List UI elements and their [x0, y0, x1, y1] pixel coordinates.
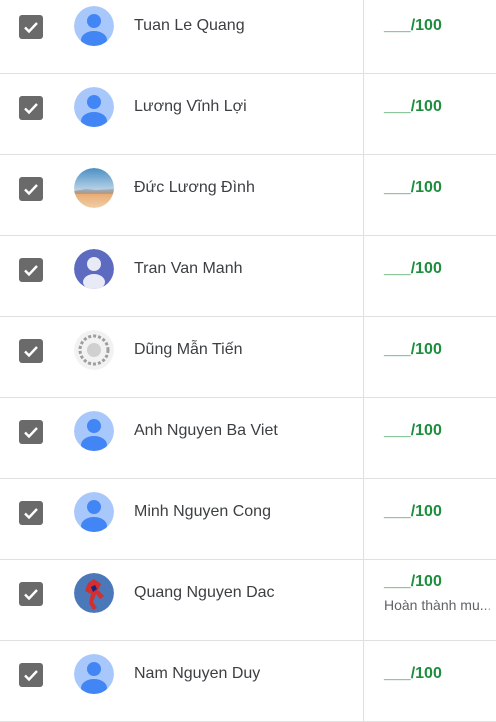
checkbox-checked[interactable] [19, 177, 43, 201]
student-row[interactable]: Anh Nguyen Ba Viet ___/100 [0, 398, 496, 479]
checkbox-checked[interactable] [19, 96, 43, 120]
checkbox-checked[interactable] [19, 420, 43, 444]
grade-field[interactable]: ___/100 [384, 98, 442, 116]
avatar [74, 6, 114, 46]
student-name[interactable]: Tran Van Manh [134, 260, 243, 278]
check-icon [24, 22, 38, 34]
grade-field[interactable]: ___/100 [384, 665, 442, 683]
check-icon [24, 103, 38, 115]
overflow-fade [484, 594, 496, 616]
check-icon [24, 670, 38, 682]
default-avatar-icon [74, 411, 114, 451]
default-avatar-icon [74, 492, 114, 532]
spiderman-photo-avatar-icon [74, 573, 114, 613]
student-row[interactable]: Dũng Mẫn Tiến ___/100 [0, 317, 496, 398]
check-icon [24, 184, 38, 196]
check-icon [24, 427, 38, 439]
check-icon [24, 265, 38, 277]
default-avatar-icon [74, 87, 114, 127]
grade-field[interactable]: ___/100 [384, 503, 442, 521]
default-avatar-icon [74, 6, 114, 46]
student-row[interactable]: Lương Vĩnh Lợi ___/100 [0, 74, 496, 155]
student-name[interactable]: Minh Nguyen Cong [134, 503, 271, 521]
checkbox-checked[interactable] [19, 582, 43, 606]
student-row[interactable]: Minh Nguyen Cong ___/100 [0, 479, 496, 560]
student-name[interactable]: Anh Nguyen Ba Viet [134, 422, 278, 440]
grade-field[interactable]: ___/100 [384, 341, 442, 359]
default-avatar-icon [74, 654, 114, 694]
student-list: Tuan Le Quang ___/100 Lương Vĩnh Lợi ___… [0, 0, 496, 722]
submission-status: Hoàn thành mu... [384, 597, 492, 613]
grade-field[interactable]: ___/100 [384, 422, 442, 440]
student-name[interactable]: Tuan Le Quang [134, 17, 245, 35]
student-name[interactable]: Lương Vĩnh Lợi [134, 98, 247, 116]
avatar [74, 492, 114, 532]
landscape-photo-avatar-icon [74, 168, 114, 208]
grade-field[interactable]: ___/100 [384, 573, 442, 591]
checkbox-checked[interactable] [19, 258, 43, 282]
student-row[interactable]: Nam Nguyen Duy ___/100 [0, 641, 496, 722]
checkbox-checked[interactable] [19, 501, 43, 525]
avatar [74, 411, 114, 451]
checkbox-checked[interactable] [19, 663, 43, 687]
avatar [74, 573, 114, 613]
check-icon [24, 346, 38, 358]
avatar [74, 654, 114, 694]
student-name[interactable]: Đức Lương Đình [134, 179, 255, 197]
grade-field[interactable]: ___/100 [384, 17, 442, 35]
purple-user-avatar-icon [74, 249, 114, 289]
student-row[interactable]: Tuan Le Quang ___/100 [0, 0, 496, 74]
grade-field[interactable]: ___/100 [384, 260, 442, 278]
student-name[interactable]: Nam Nguyen Duy [134, 665, 260, 683]
avatar [74, 330, 114, 370]
student-name[interactable]: Quang Nguyen Dac [134, 584, 275, 602]
check-icon [24, 589, 38, 601]
avatar [74, 249, 114, 289]
student-row[interactable]: Quang Nguyen Dac ___/100 Hoàn thành mu..… [0, 560, 496, 641]
checkbox-checked[interactable] [19, 15, 43, 39]
checkbox-checked[interactable] [19, 339, 43, 363]
student-row[interactable]: Đức Lương Đình ___/100 [0, 155, 496, 236]
grade-field[interactable]: ___/100 [384, 179, 442, 197]
sketch-photo-avatar-icon [74, 330, 114, 370]
student-name[interactable]: Dũng Mẫn Tiến [134, 341, 243, 359]
avatar [74, 168, 114, 208]
check-icon [24, 508, 38, 520]
student-row[interactable]: Tran Van Manh ___/100 [0, 236, 496, 317]
avatar [74, 87, 114, 127]
